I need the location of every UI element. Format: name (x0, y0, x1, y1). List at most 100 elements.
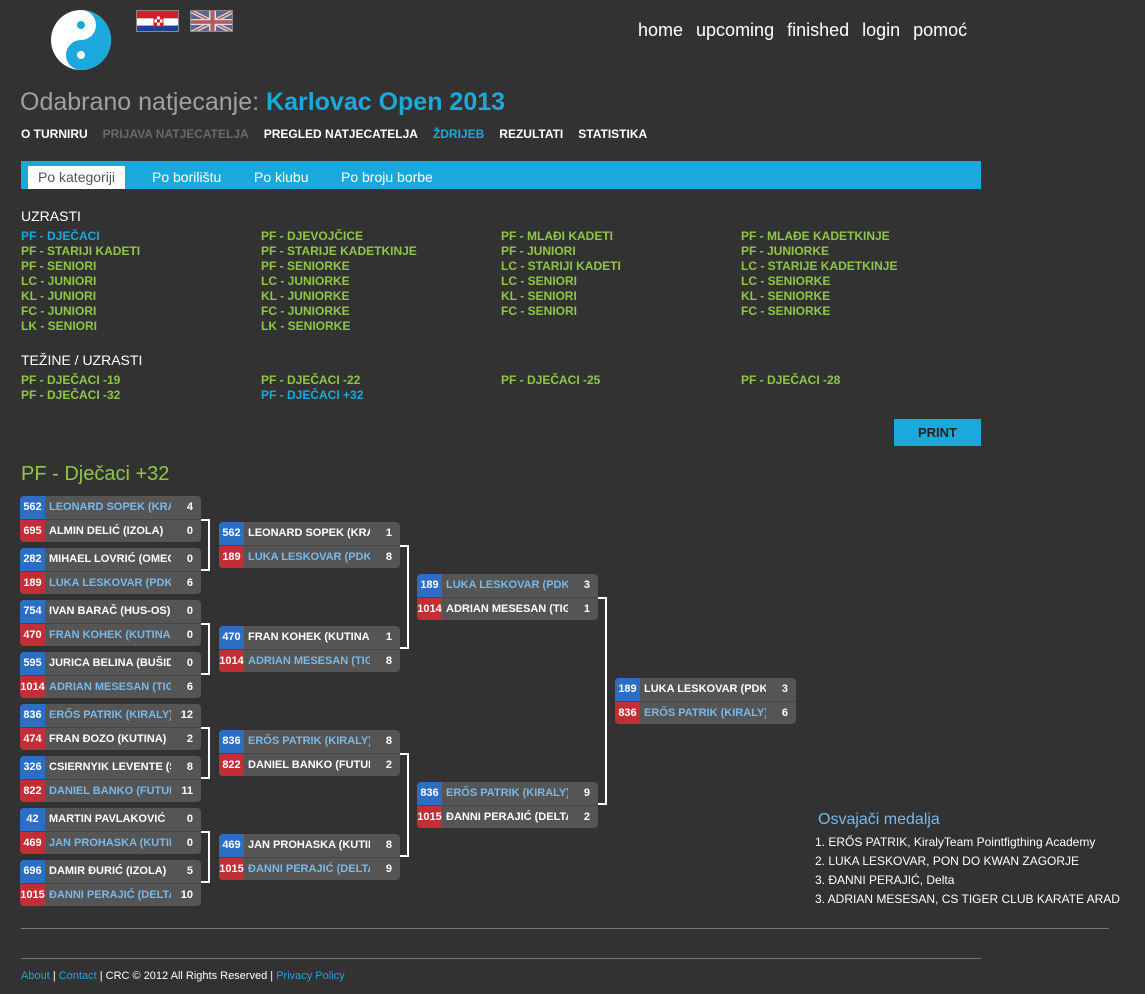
competitor-number: 42 (20, 808, 45, 831)
print-button[interactable]: PRINT (894, 419, 981, 446)
uzrasti-link[interactable]: LC - STARIJE KADETKINJE (741, 259, 897, 273)
uzrasti-link[interactable]: PF - DJEVOJČICE (261, 229, 363, 243)
competitor-score: 2 (583, 811, 590, 823)
uzrasti-link[interactable]: KL - JUNIORI (21, 289, 96, 303)
privacy-policy-link[interactable]: Privacy Policy (276, 970, 344, 982)
tab-by-club[interactable]: Po klubu (244, 166, 318, 189)
bracket-connector (400, 753, 409, 857)
competitor-name[interactable]: ĐANNI PERAJIĆ (DELTA) (248, 858, 370, 880)
blue-competitor: 189LUKA LESKOVAR (PDK ZAGORJE) 3 (615, 678, 796, 701)
blue-competitor: 595JURICA BELINA (BUŠIDO) 0 (20, 652, 201, 675)
blue-competitor: 42 MARTIN PAVLAKOVIĆ 0 (20, 808, 201, 831)
uzrasti-link[interactable]: FC - SENIORKE (741, 304, 830, 318)
nav-help[interactable]: pomoć (913, 20, 967, 41)
uzrasti-link[interactable]: FC - JUNIORI (21, 304, 96, 318)
competitor-name[interactable]: ALMIN DELIĆ (IZOLA) (49, 520, 171, 542)
competitor-score: 1 (385, 527, 392, 539)
red-competitor: 836 ERŐS PATRIK (KIRALY) 6 (615, 701, 796, 724)
nav-upcoming[interactable]: upcoming (696, 20, 774, 41)
croatian-flag-icon[interactable] (136, 10, 179, 32)
competitor-name[interactable]: JAN PROHASKA (KUTINA) (49, 832, 171, 854)
competitor-name[interactable]: ERŐS PATRIK (KIRALY) (49, 704, 171, 727)
subnav-item[interactable]: O TURNIRU (21, 127, 88, 141)
nav-home[interactable]: home (638, 20, 683, 41)
competitor-name[interactable]: LEONARD SOPEK (KRAPINA) (248, 522, 370, 545)
competitor-name[interactable]: MIHAEL LOVRIĆ (OMEGA) (49, 548, 171, 571)
competitor-number: 595 (20, 652, 45, 675)
tezine-link[interactable]: PF - DJEČACI -28 (741, 373, 840, 387)
tezine-link[interactable]: PF - DJEČACI -32 (21, 388, 120, 402)
uzrasti-link[interactable]: KL - SENIORKE (741, 289, 830, 303)
competitor-name[interactable]: ERŐS PATRIK (KIRALY) (644, 702, 766, 724)
uzrasti-link[interactable]: PF - STARIJE KADETKINJE (261, 244, 417, 258)
nav-finished[interactable]: finished (787, 20, 849, 41)
competitor-name[interactable]: FRAN KOHEK (KUTINA) (248, 626, 370, 649)
subnav-item[interactable]: STATISTIKA (578, 127, 647, 141)
competitor-name[interactable]: CSIERNYIK LEVENTE (SZEGED) (49, 756, 171, 779)
uzrasti-link[interactable]: LC - JUNIORKE (261, 274, 350, 288)
competitor-name[interactable]: LUKA LESKOVAR (PDK ZAGORJE) (446, 574, 568, 597)
match-box: 469JAN PROHASKA (KUTINA) 8 1015ĐANNI PERAJ… (219, 834, 400, 880)
uzrasti-link[interactable]: KL - SENIORI (501, 289, 577, 303)
uzrasti-link[interactable]: FC - JUNIORKE (261, 304, 350, 318)
match-box: 754 IVAN BARAČ (HUS-OS) 0 470 FRAN KOHEK (KU… (20, 600, 201, 646)
competitor-number: 474 (20, 728, 45, 750)
uzrasti-link[interactable]: LC - SENIORKE (741, 274, 830, 288)
tezine-link[interactable]: PF - DJEČACI -19 (21, 373, 120, 387)
uzrasti-link[interactable]: LC - SENIORI (501, 274, 577, 288)
competitor-score: 5 (186, 865, 193, 877)
uzrasti-link[interactable]: PF - JUNIORI (501, 244, 576, 258)
uk-flag-icon[interactable] (190, 10, 233, 32)
competitor-name[interactable]: DANIEL BANKO (FUTURA) (248, 754, 370, 776)
competitor-name[interactable]: DANIEL BANKO (FUTURA) (49, 780, 171, 802)
subnav-item[interactable]: PREGLED NATJECATELJA (264, 127, 418, 141)
competitor-score: 3 (583, 579, 590, 591)
competitor-name[interactable]: LUKA LESKOVAR (PDK ZAGORJE) (248, 546, 370, 568)
competitor-name[interactable]: ADRIAN MESESAN (TIGER) (49, 676, 171, 698)
subnav-item[interactable]: ŽDRIJEB (433, 127, 484, 141)
competitor-name[interactable]: ĐANNI PERAJIĆ (DELTA) (446, 806, 568, 828)
competitor-name[interactable]: FRAN ĐOZO (KUTINA) (49, 728, 171, 750)
competitor-name[interactable]: JURICA BELINA (BUŠIDO) (49, 652, 171, 675)
yin-yang-logo-icon[interactable] (50, 9, 112, 71)
uzrasti-link[interactable]: PF - DJEČACI (21, 229, 100, 243)
tezine-link[interactable]: PF - DJEČACI +32 (261, 388, 363, 402)
about-link[interactable]: About (21, 970, 50, 982)
competitor-name[interactable]: FRAN KOHEK (KUTINA) (49, 624, 171, 646)
subnav-item[interactable]: REZULTATI (499, 127, 563, 141)
uzrasti-link[interactable]: LK - SENIORI (21, 319, 97, 333)
competitor-name[interactable]: LEONARD SOPEK (KRAPINA) (49, 496, 171, 519)
match-box: 595JURICA BELINA (BUŠIDO) 0 1014ADRIAN MES… (20, 652, 201, 698)
competitor-name[interactable]: ERŐS PATRIK (KIRALY) (248, 730, 370, 753)
tezine-link[interactable]: PF - DJEČACI -25 (501, 373, 600, 387)
competitor-name[interactable]: LUKA LESKOVAR (PDK ZAGORJE) (644, 678, 766, 701)
competitor-name[interactable]: ADRIAN MESESAN (TIGER) (446, 598, 568, 620)
competitor-name[interactable]: JAN PROHASKA (KUTINA) (248, 834, 370, 857)
uzrasti-link[interactable]: FC - SENIORI (501, 304, 577, 318)
tab-by-arena[interactable]: Po borilištu (142, 166, 231, 189)
uzrasti-link[interactable]: KL - JUNIORKE (261, 289, 349, 303)
competitor-name[interactable]: LUKA LESKOVAR (PDK ZAGORJE) (49, 572, 171, 594)
competitor-name[interactable]: ERŐS PATRIK (KIRALY) (446, 782, 568, 805)
bracket-connector (598, 597, 607, 805)
nav-login[interactable]: login (862, 20, 900, 41)
uzrasti-link[interactable]: PF - MLAĐI KADETI (501, 229, 613, 243)
competitor-score: 0 (186, 553, 193, 565)
uzrasti-link[interactable]: PF - STARIJI KADETI (21, 244, 140, 258)
uzrasti-link[interactable]: PF - SENIORI (21, 259, 96, 273)
competitor-name[interactable]: DAMIR ĐURIĆ (IZOLA) (49, 860, 171, 883)
uzrasti-link[interactable]: PF - JUNIORKE (741, 244, 829, 258)
competitor-name[interactable]: MARTIN PAVLAKOVIĆ (49, 808, 171, 831)
uzrasti-link[interactable]: PF - MLAĐE KADETKINJE (741, 229, 890, 243)
tezine-link[interactable]: PF - DJEČACI -22 (261, 373, 360, 387)
uzrasti-link[interactable]: PF - SENIORKE (261, 259, 350, 273)
competitor-name[interactable]: ADRIAN MESESAN (TIGER) (248, 650, 370, 672)
tab-by-category[interactable]: Po kategoriji (28, 166, 126, 189)
competitor-name[interactable]: IVAN BARAČ (HUS-OS) (49, 600, 171, 623)
uzrasti-link[interactable]: LK - SENIORKE (261, 319, 350, 333)
tab-by-fight-number[interactable]: Po broju borbe (331, 166, 443, 189)
uzrasti-link[interactable]: LC - STARIJI KADETI (501, 259, 621, 273)
contact-link[interactable]: Contact (59, 970, 97, 982)
competitor-name[interactable]: ĐANNI PERAJIĆ (DELTA) (49, 884, 171, 906)
uzrasti-link[interactable]: LC - JUNIORI (21, 274, 96, 288)
